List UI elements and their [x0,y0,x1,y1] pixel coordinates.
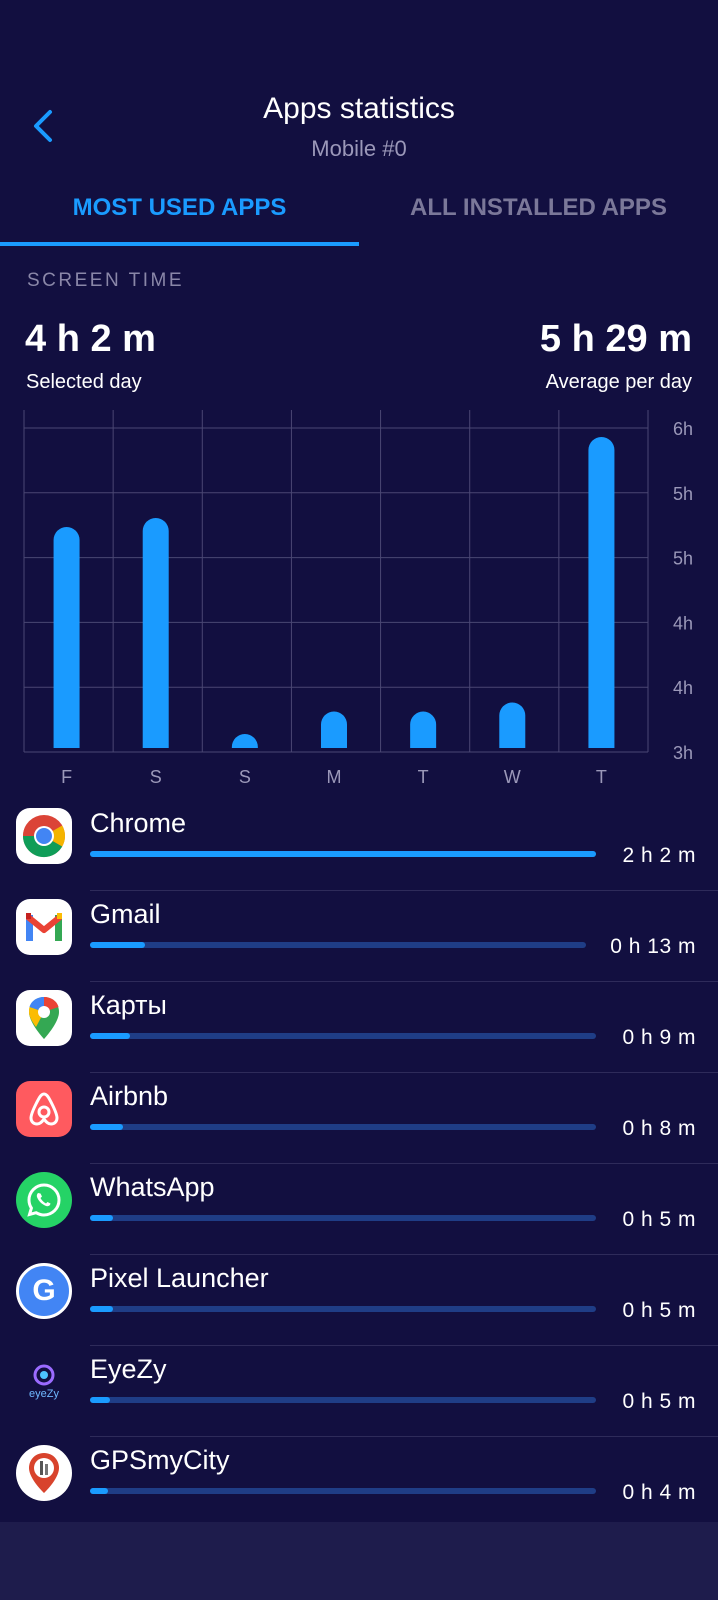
app-name: GPSmyCity [90,1445,230,1475]
average-caption: Average per day [545,371,692,393]
y-tick-label: 3h [673,743,693,763]
app-name: Карты [90,990,167,1020]
app-row[interactable]: G Pixel Launcher 0 h 5 m [0,1255,718,1346]
app-row[interactable]: eyeZy EyeZy 0 h 5 m [0,1346,718,1437]
app-row[interactable]: Карты 0 h 9 m [0,982,718,1073]
chart-bar[interactable] [231,734,258,748]
chart-bar[interactable] [321,711,347,749]
usage-bar-fill [90,851,596,857]
app-row[interactable]: Airbnb 0 h 8 m [0,1073,718,1164]
x-tick-label: T [596,767,607,787]
app-name: WhatsApp [90,1172,215,1202]
tab-all-installed-apps[interactable]: ALL INSTALLED APPS [359,194,718,222]
usage-bar-track [90,1124,596,1130]
app-name: Chrome [90,808,187,838]
y-tick-label: 5h [673,484,693,504]
app-usage-time: 0 h 4 m [622,1481,696,1504]
app-usage-time: 0 h 8 m [622,1117,696,1140]
usage-bar-track [90,1033,596,1039]
app-usage-time: 0 h 5 m [622,1208,696,1231]
eyezy-icon: eyeZy [16,1354,72,1410]
average-value: 5 h 29 m [539,318,692,360]
bottom-bar [0,1522,718,1600]
gmail-icon [16,899,72,955]
chart-bar[interactable] [53,527,80,748]
usage-bar-track [90,1397,596,1403]
usage-bar-fill [90,1033,130,1039]
chart-bar[interactable] [410,711,437,748]
tab-most-used-apps[interactable]: MOST USED APPS [0,194,359,222]
x-tick-label: F [61,767,72,787]
usage-bar-fill [90,1124,123,1130]
maps-icon [16,990,72,1046]
x-tick-label: S [239,767,251,787]
y-tick-label: 4h [673,678,693,698]
app-name: Pixel Launcher [90,1263,269,1293]
chart-bar[interactable] [499,702,526,749]
device-subtitle: Mobile #0 [311,136,407,161]
google-icon: G [16,1263,72,1319]
app-usage-time: 0 h 9 m [622,1026,696,1049]
airbnb-icon [16,1081,72,1137]
app-row[interactable]: Chrome 2 h 2 m [0,800,718,891]
x-tick-label: M [327,767,342,787]
chart-bar[interactable] [142,518,169,748]
usage-bar-fill [90,1397,110,1403]
header: Apps statistics Mobile #0 [0,0,718,180]
app-row[interactable]: Gmail 0 h 13 m [0,891,718,982]
gpsmycity-icon [16,1445,72,1501]
y-tick-label: 6h [673,419,693,439]
app-name: EyeZy [90,1354,167,1384]
usage-bar-fill [90,1306,113,1312]
x-tick-label: S [150,767,162,787]
active-tab-indicator [0,242,359,246]
usage-bar-track [90,942,586,948]
selected-day-value: 4 h 2 m [25,318,156,360]
whatsapp-icon [16,1172,72,1228]
chart-bar[interactable] [588,437,615,748]
y-tick-label: 4h [673,613,693,633]
usage-bar-fill [90,1215,113,1221]
y-tick-label: 5h [673,549,693,569]
app-list: Chrome 2 h 2 m Gmail 0 h 13 m Карты 0 h 9 m… [0,800,718,1528]
usage-bar-track [90,1215,596,1221]
app-usage-time: 0 h 13 m [610,935,696,958]
app-row[interactable]: GPSmyCity 0 h 4 m [0,1437,718,1528]
app-usage-time: 0 h 5 m [622,1390,696,1413]
page-title: Apps statistics [263,92,455,125]
chrome-icon [16,808,72,864]
app-row[interactable]: WhatsApp 0 h 5 m [0,1164,718,1255]
x-tick-label: T [418,767,429,787]
usage-bar-fill [90,942,145,948]
app-usage-time: 0 h 5 m [622,1299,696,1322]
selected-day-caption: Selected day [26,371,142,393]
x-tick-label: W [504,767,521,787]
usage-bar-fill [90,1488,108,1494]
screen-time-chart: 6h 5h 5h 4h 4h 3h F S S M T W T [23,410,693,787]
usage-bar-track [90,1306,596,1312]
usage-bar-track [90,1488,596,1494]
tab-bar: MOST USED APPS ALL INSTALLED APPS [0,180,718,248]
screen-time-label: SCREEN TIME [27,270,185,291]
app-name: Gmail [90,899,161,929]
app-name: Airbnb [90,1081,169,1111]
app-usage-time: 2 h 2 m [622,844,696,867]
usage-bar-track [90,851,596,857]
